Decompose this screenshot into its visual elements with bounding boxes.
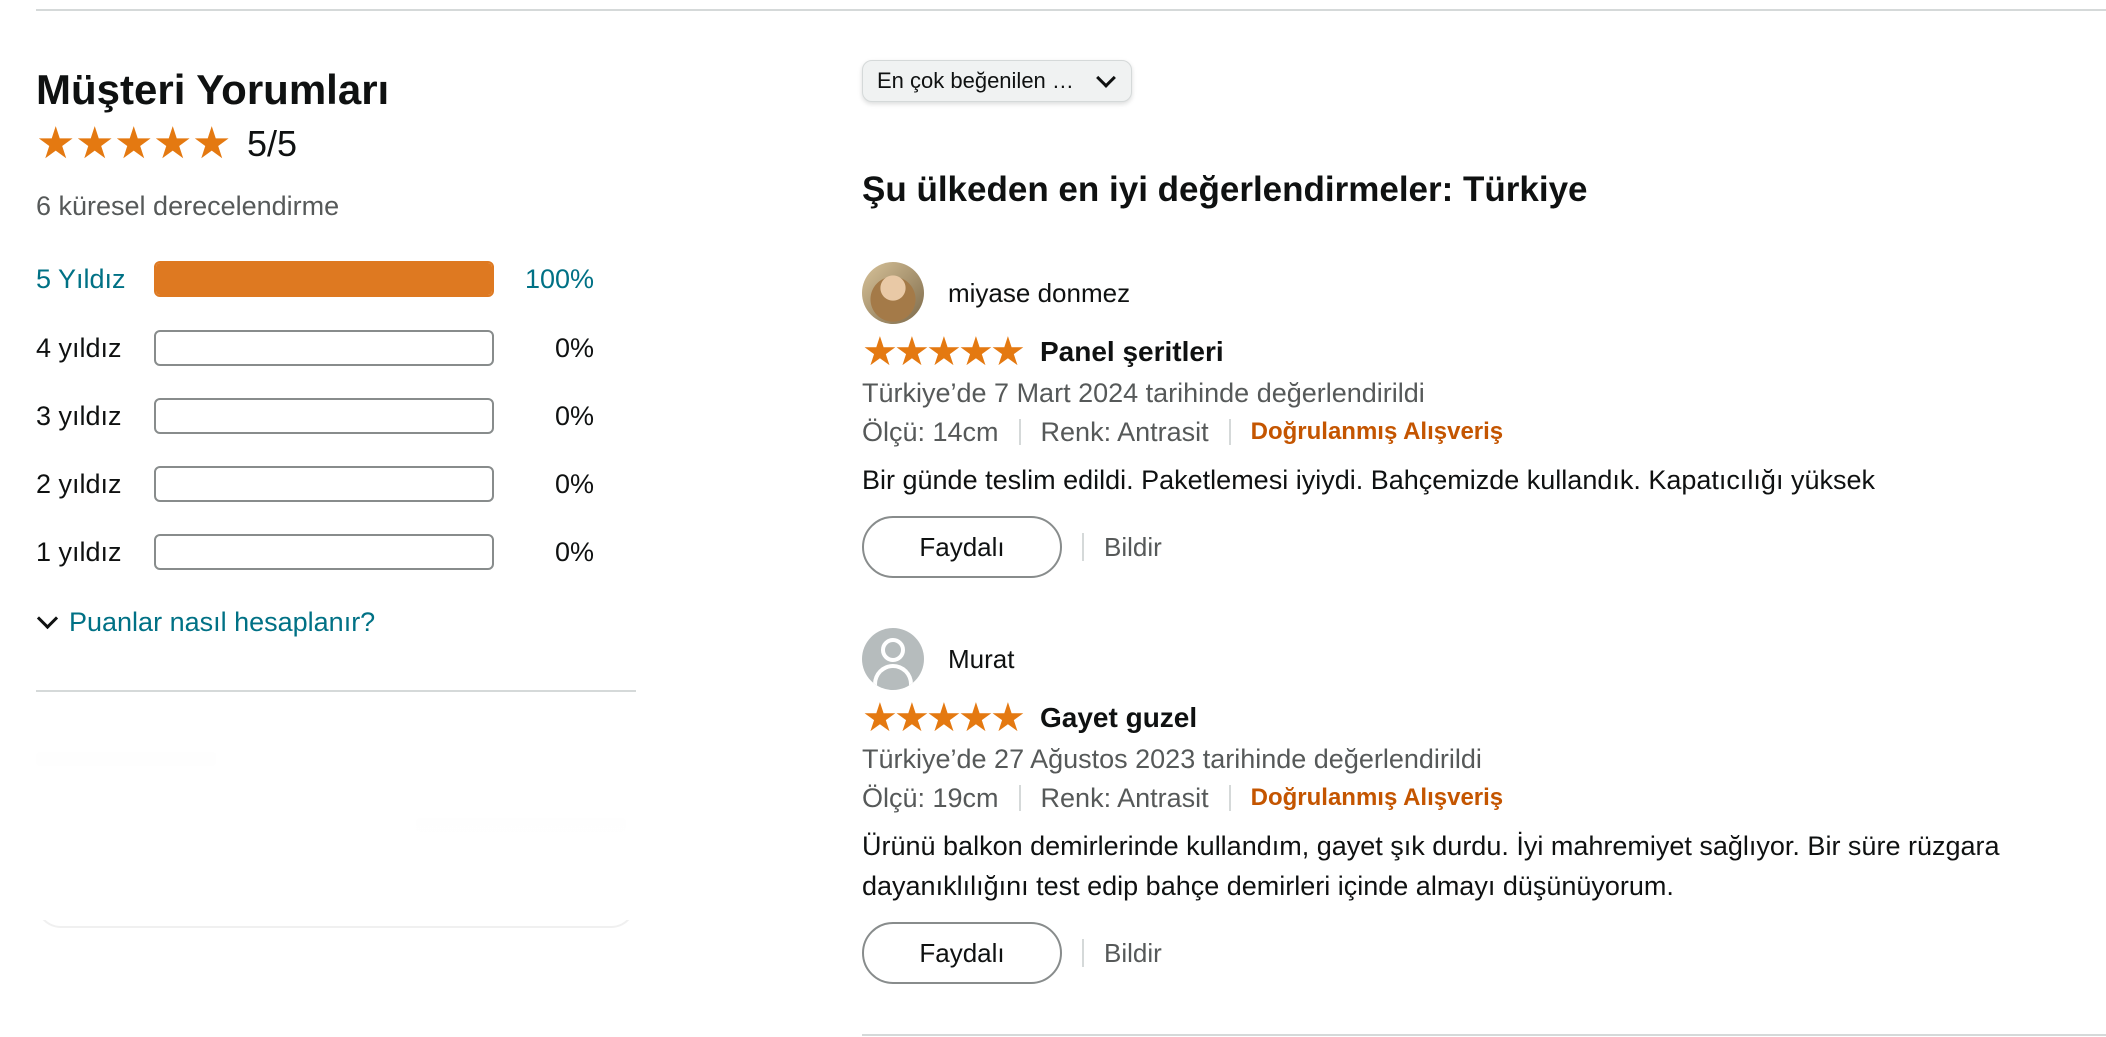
reviewer-profile[interactable]: miyase donmez: [862, 262, 2082, 324]
histogram-percent[interactable]: 100%: [494, 264, 594, 295]
star-icon: ★: [990, 696, 1026, 740]
histogram-row-2: 2 yıldız 0%: [36, 463, 636, 505]
sort-selected-value[interactable]: En çok beğenilen …: [877, 68, 1089, 94]
overall-rating-value: 5/5: [247, 123, 298, 164]
review-actions: Faydalı Bildir: [862, 516, 2082, 578]
default-user-icon[interactable]: [862, 628, 924, 690]
star-icon: ★: [153, 119, 193, 168]
report-link[interactable]: Bildir: [1104, 938, 1162, 969]
attribute-divider: [1018, 785, 1021, 811]
color-attribute[interactable]: Renk: Antrasit: [1041, 417, 1209, 448]
histogram-row-5[interactable]: 5 Yıldız 100%: [36, 258, 636, 300]
color-attribute[interactable]: Renk: Antrasit: [1041, 783, 1209, 814]
attribute-divider: [1228, 419, 1231, 445]
histogram-percent: 0%: [554, 536, 594, 567]
star-icon: ★: [958, 330, 994, 374]
review-stars[interactable]: ★ ★ ★ ★ ★: [862, 696, 1026, 740]
star-icon: ★: [894, 330, 930, 374]
action-divider: [1082, 939, 1084, 967]
customer-reviews-page: Müşteri Yorumları ★ ★ ★ ★ ★ 5/5 6 kürese…: [0, 0, 2106, 1037]
review-stars[interactable]: ★ ★ ★ ★ ★: [862, 330, 1026, 374]
helpful-button[interactable]: Faydalı: [862, 516, 1062, 578]
star-icon: ★: [990, 330, 1026, 374]
overall-stars: ★ ★ ★ ★ ★: [36, 122, 231, 166]
star-icon: ★: [114, 119, 154, 168]
star-icon: ★: [75, 119, 115, 168]
review-body: Bir günde teslim edildi. Paketlemesi iyi…: [862, 465, 1875, 495]
chevron-down-icon: [36, 607, 59, 630]
histogram-label: 1 yıldız: [36, 536, 122, 567]
overall-rating[interactable]: ★ ★ ★ ★ ★ 5/5: [36, 122, 297, 166]
review-date: Türkiye’de 7 Mart 2024 tarihinde değerle…: [862, 378, 1425, 408]
review-rating-line: ★ ★ ★ ★ ★ Panel şeritleri: [862, 332, 2082, 372]
histogram-bar: [154, 398, 494, 434]
review-card: miyase donmez ★ ★ ★ ★ ★ Panel şeritleri …: [862, 262, 2082, 578]
histogram-fill: [156, 263, 492, 295]
sort-dropdown[interactable]: En çok beğenilen …: [862, 60, 1132, 102]
bottom-divider: [862, 1034, 2106, 1036]
attribute-divider: [1018, 419, 1021, 445]
review-title[interactable]: Panel şeritleri: [1040, 336, 1224, 368]
review-date: Türkiye’de 27 Ağustos 2023 tarihinde değ…: [862, 744, 1482, 774]
histogram-row-3: 3 yıldız 0%: [36, 395, 636, 437]
report-link[interactable]: Bildir: [1104, 532, 1162, 563]
histogram-row-4: 4 yıldız 0%: [36, 327, 636, 369]
histogram-label: 2 yıldız: [36, 468, 122, 499]
review-rating-line: ★ ★ ★ ★ ★ Gayet guzel: [862, 698, 2082, 738]
review-attributes: Ölçü: 14cm Renk: Antrasit Doğrulanmış Al…: [862, 412, 2082, 452]
attribute-divider: [1228, 785, 1231, 811]
review-card: Murat ★ ★ ★ ★ ★ Gayet guzel Türkiye’de 2…: [862, 628, 2082, 984]
star-icon: ★: [926, 330, 962, 374]
avatar-body-shape: [873, 664, 913, 690]
review-title[interactable]: Gayet guzel: [1040, 702, 1197, 734]
histogram-percent: 0%: [554, 400, 594, 431]
reviewer-profile[interactable]: Murat: [862, 628, 2082, 690]
histogram-percent: 0%: [554, 332, 594, 363]
star-icon: ★: [192, 119, 232, 168]
review-actions: Faydalı Bildir: [862, 922, 2082, 984]
top-divider: [36, 9, 2106, 11]
chevron-down-icon: [1096, 68, 1116, 88]
star-icon: ★: [958, 696, 994, 740]
top-reviews-heading: Şu ülkeden en iyi değerlendirmeler: Türk…: [862, 170, 1588, 209]
action-divider: [1082, 533, 1084, 561]
star-icon: ★: [862, 330, 898, 374]
review-attributes: Ölçü: 19cm Renk: Antrasit Doğrulanmış Al…: [862, 778, 2082, 818]
histogram-bar: [154, 534, 494, 570]
verified-purchase-badge: Doğrulanmış Alışveriş: [1250, 418, 1504, 445]
size-attribute[interactable]: Ölçü: 19cm: [862, 783, 999, 814]
summary-divider: [36, 690, 636, 692]
size-attribute[interactable]: Ölçü: 14cm: [862, 417, 999, 448]
histogram-label: 4 yıldız: [36, 332, 122, 363]
star-icon: ★: [862, 696, 898, 740]
star-icon: ★: [36, 119, 76, 168]
reviewer-name[interactable]: miyase donmez: [948, 278, 1130, 309]
histogram-percent: 0%: [554, 468, 594, 499]
histogram-label: 3 yıldız: [36, 400, 122, 431]
review-body: Ürünü balkon demirlerinde kullandım, gay…: [862, 831, 2000, 901]
histogram-label[interactable]: 5 Yıldız: [36, 264, 154, 295]
star-icon: ★: [894, 696, 930, 740]
global-ratings-count: 6 küresel derecelendirme: [36, 191, 340, 221]
histogram-bar[interactable]: [154, 261, 494, 297]
histogram-bar: [154, 330, 494, 366]
avatar[interactable]: [862, 262, 924, 324]
how-ratings-calculated-label[interactable]: Puanlar nasıl hesaplanır?: [69, 607, 375, 638]
histogram-bar: [154, 466, 494, 502]
section-title: Müşteri Yorumları: [36, 66, 390, 113]
fade-overlay: [36, 720, 636, 920]
star-icon: ★: [926, 696, 962, 740]
avatar-head-shape: [881, 638, 905, 662]
histogram-row-1: 1 yıldız 0%: [36, 531, 636, 573]
verified-purchase-badge: Doğrulanmış Alışveriş: [1250, 784, 1504, 811]
how-ratings-calculated-link[interactable]: Puanlar nasıl hesaplanır?: [36, 607, 375, 638]
reviewer-name[interactable]: Murat: [948, 644, 1014, 675]
helpful-button[interactable]: Faydalı: [862, 922, 1062, 984]
